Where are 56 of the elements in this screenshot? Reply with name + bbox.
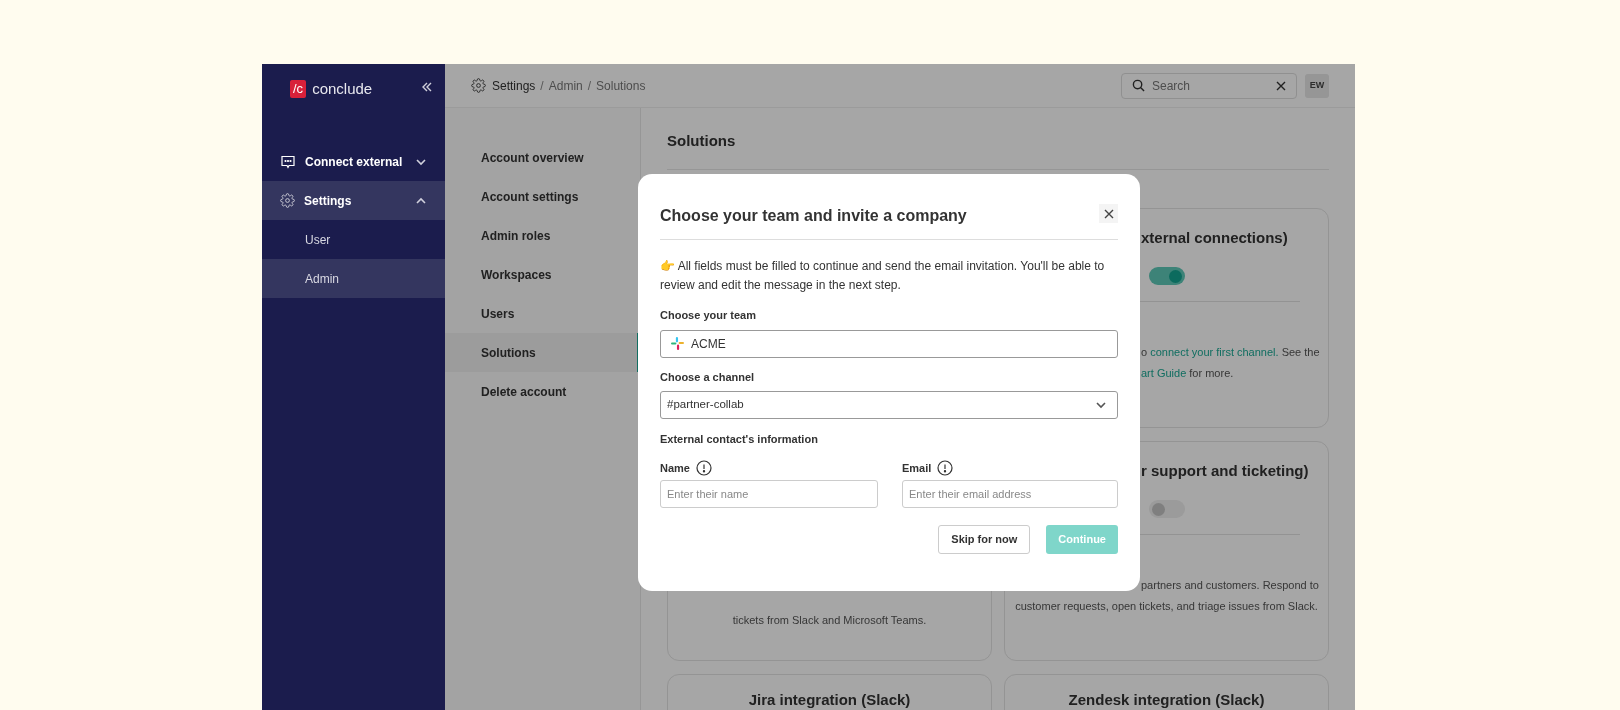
page-title: Solutions bbox=[667, 131, 737, 151]
dialog-title: Choose your team and invite a company bbox=[660, 206, 967, 226]
card-title: xternal connections) bbox=[1140, 227, 1289, 248]
toggle-switch[interactable] bbox=[1149, 500, 1185, 518]
breadcrumb-separator: / bbox=[587, 77, 592, 95]
field-label: Email bbox=[902, 460, 932, 476]
close-button[interactable] bbox=[1099, 204, 1118, 223]
gear-icon bbox=[471, 78, 486, 93]
user-avatar[interactable]: EW bbox=[1305, 73, 1329, 98]
exclamation-icon bbox=[937, 459, 954, 476]
description-text: partners and customers. Respond to bbox=[1140, 578, 1320, 593]
email-input[interactable]: Enter their email address bbox=[902, 480, 1118, 508]
collapse-button[interactable] bbox=[421, 81, 433, 93]
sidebar-subitem[interactable]: Admin bbox=[262, 259, 445, 298]
description-text: customer requests, open tickets, and triage issues from Slack. bbox=[1014, 599, 1319, 614]
chevron-down-icon bbox=[1095, 399, 1107, 411]
search-field[interactable]: Search bbox=[1121, 72, 1297, 99]
settings-menu-item[interactable]: Users bbox=[445, 294, 640, 333]
field-label: Choose your team bbox=[660, 308, 757, 323]
breadcrumb-link[interactable]: Solutions bbox=[596, 76, 646, 95]
close-icon bbox=[1103, 208, 1114, 219]
field-label: Name bbox=[660, 460, 690, 476]
settings-menu-item[interactable]: Account overview bbox=[445, 138, 640, 177]
settings-menu-item[interactable]: Admin roles bbox=[445, 216, 640, 255]
toggle-switch[interactable] bbox=[1149, 267, 1185, 285]
logo-text: conclude bbox=[312, 79, 373, 99]
breadcrumb-separator: / bbox=[540, 77, 544, 95]
logo-mark: /c bbox=[290, 80, 307, 99]
card-title: Zendesk integration (Slack) bbox=[1068, 689, 1265, 710]
gear-icon bbox=[280, 193, 295, 208]
channel-select[interactable]: #partner-collab bbox=[660, 391, 1118, 419]
settings-menu-item[interactable]: Account settings bbox=[445, 177, 640, 216]
intro-text: 👉 All fields must be filled to continue and send the email invitation. You'll be able to review and edit the message in the next step. bbox=[660, 258, 1106, 294]
card-title: Jira integration (Slack) bbox=[748, 689, 911, 710]
search-input[interactable]: Search bbox=[1152, 76, 1269, 95]
section-heading: External contact's information bbox=[660, 432, 819, 447]
double-chevron-left-icon bbox=[421, 81, 433, 93]
settings-menu-item[interactable]: Solutions bbox=[445, 333, 640, 372]
field-label: Choose a channel bbox=[660, 369, 756, 385]
clear-icon[interactable] bbox=[1276, 80, 1286, 91]
description-text: tickets from Slack and Microsoft Teams. bbox=[731, 612, 928, 628]
search-icon bbox=[1132, 79, 1145, 92]
sidebar-item[interactable]: Settings bbox=[262, 181, 445, 220]
exclamation-icon bbox=[695, 459, 712, 476]
name-input[interactable]: Enter their name bbox=[660, 480, 878, 508]
settings-menu-item[interactable]: Delete account bbox=[445, 372, 640, 411]
sidebar-item[interactable]: Connect external bbox=[262, 142, 445, 181]
skip-button[interactable]: Skip for now bbox=[938, 525, 1031, 554]
breadcrumb-link[interactable]: Settings bbox=[492, 76, 536, 95]
settings-menu-item[interactable]: Workspaces bbox=[445, 255, 640, 294]
sidebar-subitem[interactable]: User bbox=[262, 220, 445, 259]
pinwheel-logo-icon bbox=[671, 337, 684, 350]
card-title: r support and ticketing) bbox=[1140, 460, 1310, 481]
chat-icon bbox=[280, 153, 296, 170]
team-field[interactable]: ACME bbox=[660, 329, 1118, 358]
breadcrumb-link[interactable]: Admin bbox=[548, 76, 583, 95]
